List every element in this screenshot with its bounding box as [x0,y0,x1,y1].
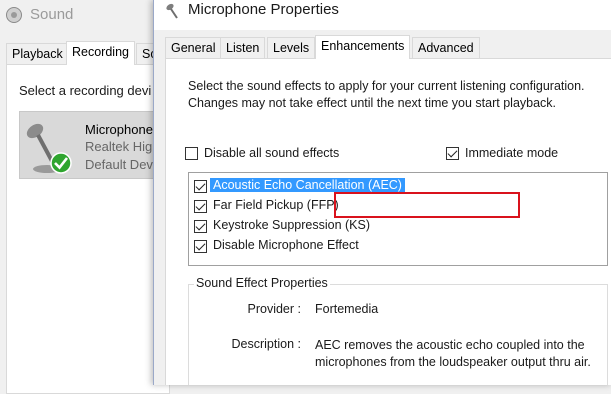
provider-value: Fortemedia [315,302,379,316]
immediate-mode-label[interactable]: Immediate mode [465,146,558,160]
sound-window: Sound Playback So Recording Select a rec… [0,0,170,394]
enhancements-description: Select the sound effects to apply for yo… [188,79,585,110]
immediate-mode-checkbox[interactable] [446,147,459,160]
dialog-title: Microphone Properties [188,1,339,18]
effect-item-ks[interactable]: Keystroke Suppression (KS) [188,216,608,236]
microphone-properties-dialog: Microphone Properties General Listen Lev… [153,0,611,385]
microphone-icon [166,3,178,19]
tab-enhancements[interactable]: Enhancements [315,35,411,59]
recording-device-hint: Select a recording devi [19,83,152,98]
tab-playback[interactable]: Playback [6,43,69,64]
device-name: Microphone [85,122,153,137]
group-title: Sound Effect Properties [194,276,330,290]
annotation-highlight-box [334,192,520,218]
description-value: AEC removes the acoustic echo coupled in… [315,338,591,369]
effect-checkbox[interactable] [194,180,207,193]
default-check-icon [50,152,72,174]
effect-checkbox[interactable] [194,220,207,233]
tab-general[interactable]: General [165,37,222,58]
effect-label: Disable Microphone Effect [213,238,359,252]
speaker-icon [6,7,22,23]
tab-advanced[interactable]: Advanced [412,37,480,58]
device-status: Default Dev [85,157,153,172]
sound-window-title: Sound [30,6,74,23]
description-label: Description : [231,337,301,351]
effect-item-disable-mic-effect[interactable]: Disable Microphone Effect [188,236,608,256]
effect-label: Far Field Pickup (FFP) [213,198,339,212]
effect-label: Acoustic Echo Cancellation (AEC) [210,178,405,192]
effect-checkbox[interactable] [194,240,207,253]
effect-label: Keystroke Suppression (KS) [213,218,371,232]
tab-listen[interactable]: Listen [220,37,266,58]
device-driver: Realtek High [85,139,160,154]
disable-all-checkbox[interactable] [185,147,198,160]
provider-label: Provider : [247,302,302,316]
disable-all-label[interactable]: Disable all sound effects [204,146,339,160]
tab-recording[interactable]: Recording [66,41,135,65]
microphone-device-icon [26,123,72,174]
effect-checkbox[interactable] [194,200,207,213]
tab-levels[interactable]: Levels [267,37,316,58]
